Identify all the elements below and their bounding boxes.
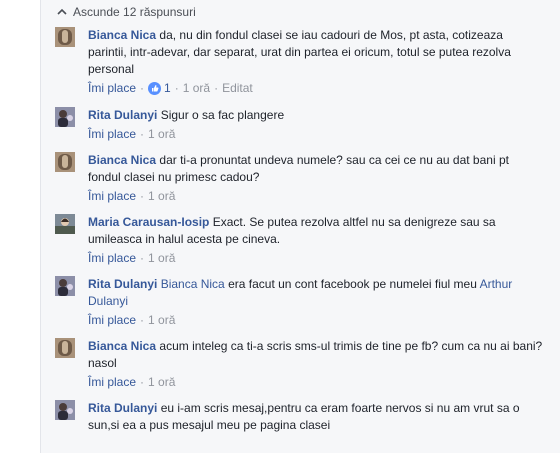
comment-author[interactable]: Bianca Nica [88, 339, 156, 353]
avatar[interactable] [55, 338, 75, 358]
comment: Bianca Nica dar ti-a pronuntat undeva nu… [55, 152, 547, 204]
like-button[interactable]: Îmi place [88, 251, 136, 265]
edited-label[interactable]: Editat [222, 81, 253, 95]
comment-author[interactable]: Rita Dulanyi [88, 108, 157, 122]
comment-author[interactable]: Maria Carausan-Iosip [88, 215, 209, 229]
like-button[interactable]: Îmi place [88, 189, 136, 203]
separator-dot: · [214, 81, 219, 95]
comment-timestamp[interactable]: 1 oră [148, 189, 175, 203]
comment-timestamp[interactable]: 1 oră [148, 313, 175, 327]
separator-dot: · [140, 375, 145, 389]
comment-timestamp[interactable]: 1 oră [183, 81, 210, 95]
comment-body: Bianca Nica dar ti-a pronuntat undeva nu… [88, 152, 543, 186]
hide-replies-label: Ascunde 12 răspunsuri [73, 5, 196, 19]
comment-timestamp[interactable]: 1 oră [148, 251, 175, 265]
comment-author[interactable]: Rita Dulanyi [88, 277, 157, 291]
chevron-up-icon [57, 8, 67, 15]
hide-replies-toggle[interactable]: Ascunde 12 răspunsuri [57, 4, 196, 20]
reaction-count[interactable]: 1 [148, 81, 171, 95]
comment-body: Rita Dulanyi Bianca Nica era facut un co… [88, 276, 543, 310]
mention-link[interactable]: Bianca Nica [161, 277, 225, 291]
separator-dot: · [174, 81, 179, 95]
reaction-count-value: 1 [164, 81, 171, 95]
comment: Rita Dulanyi Bianca Nica era facut un co… [55, 276, 547, 328]
comment-author[interactable]: Rita Dulanyi [88, 401, 157, 415]
avatar[interactable] [55, 27, 75, 47]
comment: Rita Dulanyi eu i-am scris mesaj,pentru … [55, 400, 547, 453]
like-button[interactable]: Îmi place [88, 313, 136, 327]
separator-dot: · [140, 251, 145, 265]
separator-dot: · [140, 313, 145, 327]
comment-timestamp[interactable]: 1 oră [148, 375, 175, 389]
separator-dot: · [140, 127, 145, 141]
comment: Bianca Nica da, nu din fondul clasei se … [55, 27, 547, 97]
like-button[interactable]: Îmi place [88, 127, 136, 141]
avatar[interactable] [55, 276, 75, 296]
comment-text: era facut un cont facebook pe numelei fi… [228, 277, 477, 291]
comment-timestamp[interactable]: 1 oră [148, 127, 175, 141]
replies-thread: Ascunde 12 răspunsuri Bianca Nica da, nu… [40, 0, 560, 453]
comment-actions: Îmi place · 1 oră [88, 189, 175, 203]
comment-actions: Îmi place · 1 oră [88, 251, 175, 265]
like-button[interactable]: Îmi place [88, 81, 136, 95]
comment-author[interactable]: Bianca Nica [88, 28, 156, 42]
comment: Rita Dulanyi Sigur o sa fac plangere Îmi… [55, 107, 547, 145]
comment-body: Maria Carausan-Iosip Exact. Se putea rez… [88, 214, 543, 248]
comment-actions: Îmi place · 1 oră [88, 375, 175, 389]
comment-body: Bianca Nica da, nu din fondul clasei se … [88, 27, 543, 78]
avatar[interactable] [55, 214, 75, 234]
avatar[interactable] [55, 400, 75, 420]
thumbs-up-icon [148, 81, 162, 95]
like-button[interactable]: Îmi place [88, 375, 136, 389]
comment-author[interactable]: Bianca Nica [88, 153, 156, 167]
avatar[interactable] [55, 152, 75, 172]
comment-body: Rita Dulanyi eu i-am scris mesaj,pentru … [88, 400, 543, 434]
comment-body: Bianca Nica acum inteleg ca ti-a scris s… [88, 338, 543, 372]
avatar[interactable] [55, 107, 75, 127]
comment-text: acum inteleg ca ti-a scris sms-ul trimis… [88, 339, 543, 370]
separator-dot: · [140, 81, 145, 95]
comment-actions: Îmi place · 1 · 1 oră · Editat [88, 81, 253, 95]
comment-body: Rita Dulanyi Sigur o sa fac plangere [88, 107, 543, 124]
comment-text: Sigur o sa fac plangere [160, 108, 285, 122]
comment: Bianca Nica acum inteleg ca ti-a scris s… [55, 338, 547, 390]
separator-dot: · [140, 189, 145, 203]
comment-actions: Îmi place · 1 oră [88, 313, 175, 327]
comment-actions: Îmi place · 1 oră [88, 127, 175, 141]
comment: Maria Carausan-Iosip Exact. Se putea rez… [55, 214, 547, 266]
